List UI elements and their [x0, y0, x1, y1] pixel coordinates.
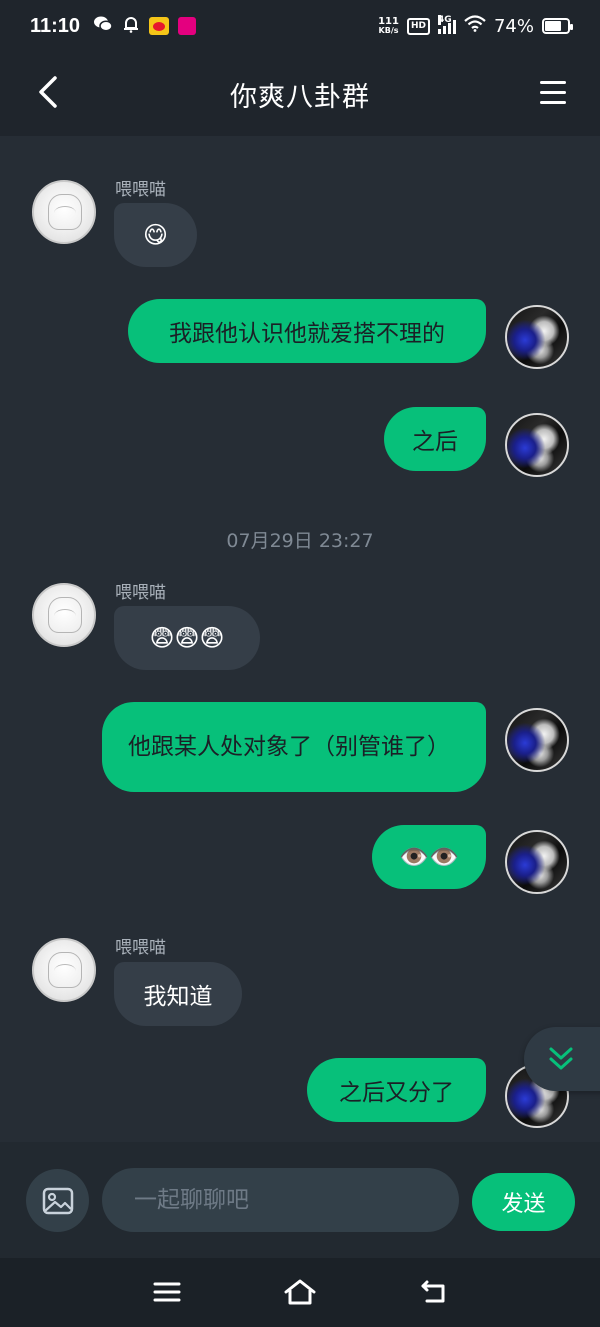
battery-icon	[542, 18, 573, 34]
message-bubble[interactable]: 之后	[384, 407, 486, 471]
wechat-icon	[93, 15, 113, 38]
input-bar: 发送	[0, 1142, 600, 1258]
net-speed-unit: KB/s	[378, 26, 399, 35]
message-bubble[interactable]: 😋	[114, 203, 197, 267]
scroll-to-bottom-button[interactable]	[524, 1027, 600, 1091]
back-icon[interactable]	[412, 1272, 456, 1312]
message-bubble[interactable]: 我跟他认识他就爱搭不理的	[128, 299, 486, 363]
status-left: 11:10	[30, 14, 197, 38]
chevron-left-icon	[39, 76, 57, 108]
app-badge-icon	[178, 17, 197, 35]
send-button[interactable]: 发送	[472, 1173, 575, 1231]
weibo-icon	[149, 17, 170, 35]
avatar[interactable]	[32, 583, 96, 647]
chat-header: 你爽八卦群	[0, 52, 600, 136]
message-bubble[interactable]: 之后又分了	[307, 1058, 486, 1122]
hd-badge: HD	[406, 17, 430, 35]
avatar[interactable]	[505, 413, 569, 477]
group-title: 你爽八卦群	[230, 81, 370, 113]
message-bubble[interactable]: 我知道	[114, 962, 242, 1026]
sender-name: 喂喂喵	[115, 180, 166, 200]
battery-percent: 74%	[493, 15, 534, 37]
sender-name: 喂喂喵	[115, 938, 166, 958]
timestamp: 07月29日 23:27	[226, 530, 374, 552]
avatar[interactable]	[505, 830, 569, 894]
sender-name: 喂喂喵	[115, 583, 166, 603]
back-button[interactable]	[28, 72, 68, 112]
avatar[interactable]	[32, 180, 96, 244]
avatar[interactable]	[32, 938, 96, 1002]
home-icon[interactable]	[278, 1272, 322, 1312]
net-speed-value: 111	[378, 16, 399, 27]
message-bubble[interactable]: 😨😨😨	[114, 606, 260, 670]
avatar[interactable]	[505, 305, 569, 369]
status-time: 11:10	[30, 14, 81, 37]
network-type: 4G	[437, 15, 452, 25]
double-chevron-down-icon	[549, 1047, 573, 1070]
cell-signal-icon: 4G	[437, 15, 456, 34]
message-input[interactable]	[102, 1168, 459, 1232]
net-speed: 111 KB/s	[378, 16, 399, 36]
system-nav-bar	[0, 1258, 600, 1327]
menu-icon[interactable]	[145, 1272, 189, 1312]
message-list[interactable]: 喂喂喵 😋 我跟他认识他就爱搭不理的 之后 07月29日 23:27 喂喂喵 😨…	[0, 136, 600, 1142]
message-bubble[interactable]: 他跟某人处对象了（别管谁了）	[102, 702, 486, 792]
message-bubble[interactable]: 👁️👁️	[372, 825, 486, 889]
image-icon	[42, 1187, 73, 1214]
avatar[interactable]	[505, 708, 569, 772]
image-picker-button[interactable]	[26, 1169, 89, 1232]
battery-fill	[545, 21, 562, 31]
status-bar: 11:10 111 KB/s HD 4G 74%	[0, 0, 600, 52]
wifi-icon	[464, 15, 486, 37]
status-right: 111 KB/s HD 4G 74%	[378, 15, 573, 37]
hamburger-menu-icon[interactable]	[540, 74, 572, 110]
notification-bell-icon	[122, 15, 140, 38]
